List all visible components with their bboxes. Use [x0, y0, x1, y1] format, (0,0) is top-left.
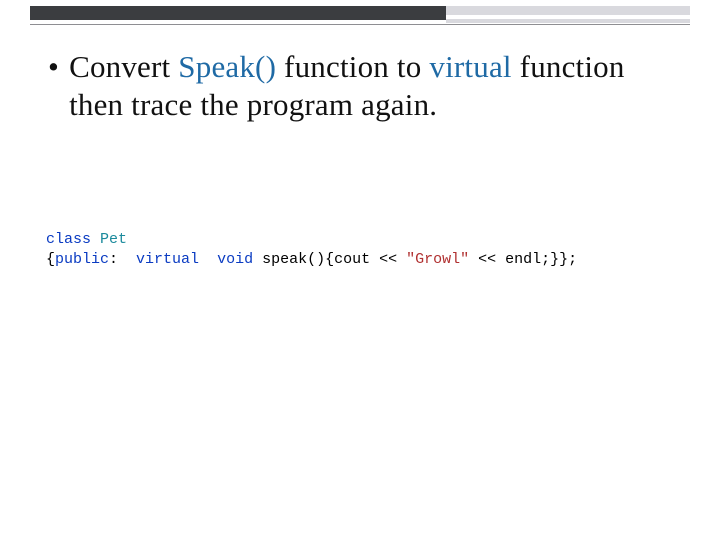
code-sp	[91, 231, 100, 248]
bullet-text-p1: Convert	[69, 49, 178, 84]
bullet-speak: Speak()	[178, 49, 276, 84]
kw-public: public	[55, 251, 109, 268]
bullet-dot: •	[48, 48, 59, 86]
bullet-virtual: virtual	[429, 49, 511, 84]
code-str: "Growl"	[406, 251, 469, 268]
bullet-text: Convert Speak() function to virtual func…	[69, 48, 674, 124]
content-area: • Convert Speak() function to virtual fu…	[46, 48, 674, 124]
top-underline	[30, 24, 690, 25]
code-block: class Pet {public: virtual void speak(){…	[46, 230, 690, 271]
kw-class: class	[46, 231, 91, 248]
top-dark-bar	[30, 6, 446, 20]
code-brace-open: {	[46, 251, 55, 268]
kw-virtual: virtual	[136, 251, 199, 268]
bullet-text-p2: function to	[276, 49, 429, 84]
code-sp2	[199, 251, 217, 268]
top-decoration	[0, 0, 720, 36]
code-fn: speak(){cout <<	[262, 251, 406, 268]
code-sp3	[253, 251, 262, 268]
top-gray-bar-1	[446, 6, 690, 15]
code-rest: << endl;}};	[469, 251, 577, 268]
top-gray-bar-2	[446, 19, 690, 23]
bullet-item: • Convert Speak() function to virtual fu…	[46, 48, 674, 124]
kw-void: void	[217, 251, 253, 268]
type-pet: Pet	[100, 231, 127, 248]
code-colon: :	[109, 251, 136, 268]
slide: • Convert Speak() function to virtual fu…	[0, 0, 720, 540]
